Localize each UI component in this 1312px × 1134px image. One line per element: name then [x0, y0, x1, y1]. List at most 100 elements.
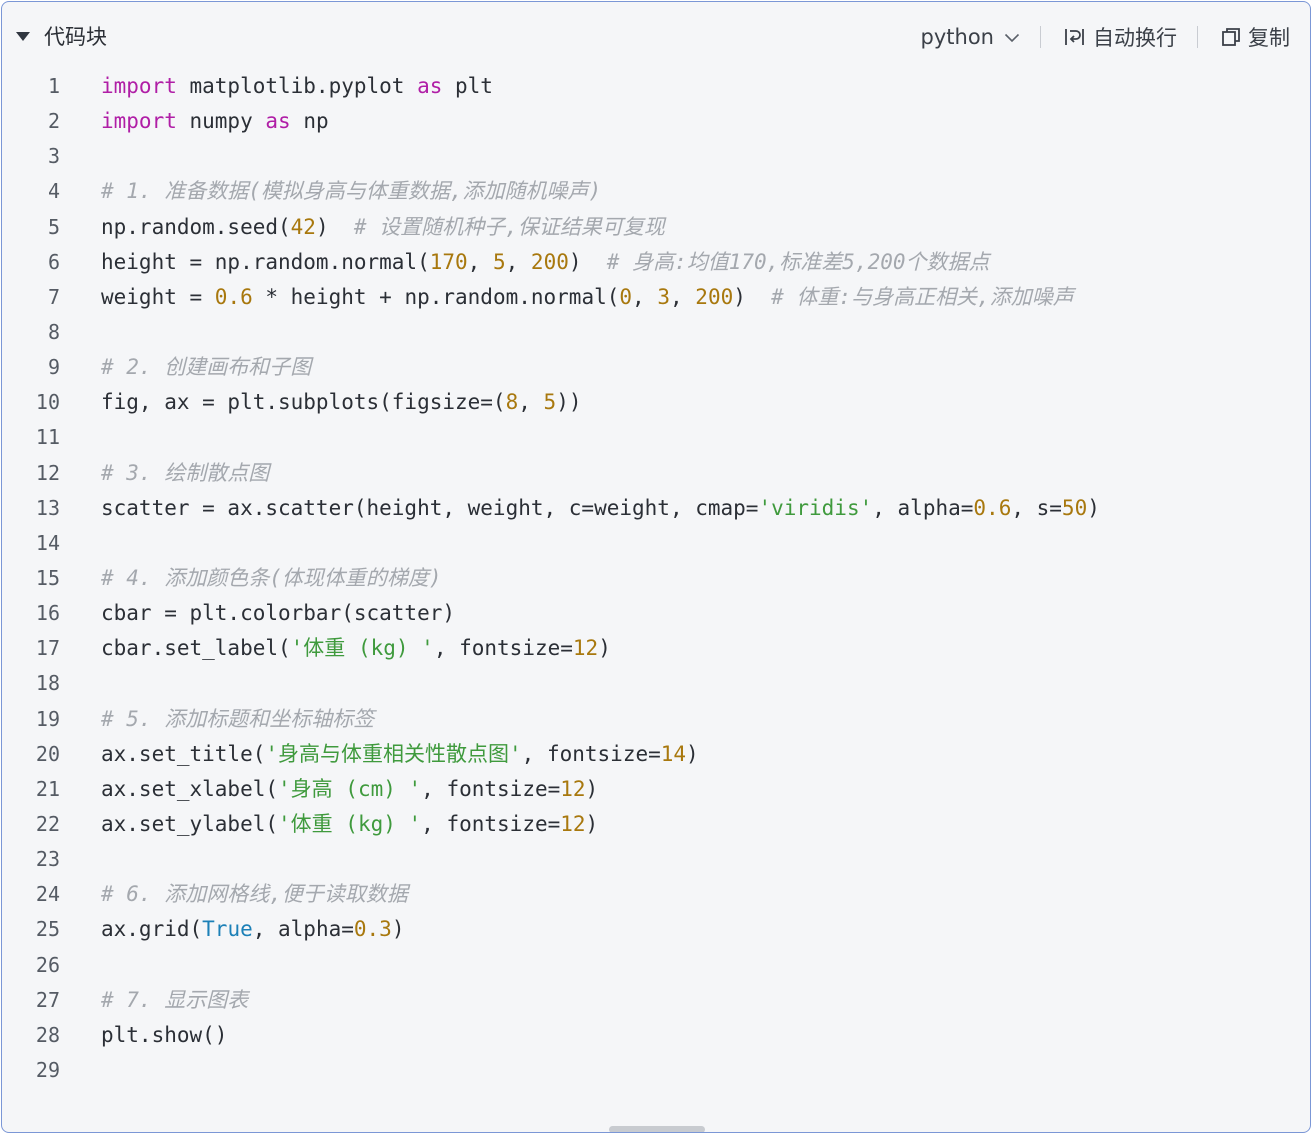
code-line: 19 # 5. 添加标题和坐标轴标签	[2, 702, 1310, 737]
code-line: 4 # 1. 准备数据(模拟身高与体重数据,添加随机噪声)	[2, 174, 1310, 209]
code-token: cbar.set_label(	[101, 636, 291, 661]
line-number: 23	[35, 847, 60, 872]
code-token: 0.3	[353, 917, 392, 942]
line-number: 18	[35, 671, 60, 696]
code-token: True	[202, 917, 253, 942]
code-token: 12	[560, 776, 586, 801]
code-text: plt.show()	[101, 1018, 227, 1053]
code-token: '身高与体重相关性散点图'	[265, 741, 522, 766]
code-line: 1 import matplotlib.pyplot as plt	[2, 69, 1310, 104]
code-token: )	[686, 741, 699, 766]
code-token: # 设置随机种子,保证结果可复现	[353, 214, 665, 239]
code-token: * height + np.random.normal(	[252, 284, 620, 309]
code-token: , s=	[1011, 495, 1062, 520]
code-token: )	[568, 249, 607, 274]
language-label: python	[920, 25, 994, 49]
code-line: 28 plt.show()	[2, 1018, 1310, 1053]
code-token: plt.show()	[101, 1022, 228, 1047]
language-select[interactable]: python	[921, 25, 1020, 49]
collapse-triangle-icon	[16, 32, 30, 41]
code-token: , fontsize=	[421, 811, 561, 836]
code-token: ax.set_title(	[101, 741, 266, 766]
code-line: 25 ax.grid(True, alpha=0.3)	[2, 912, 1310, 947]
code-token: ,	[505, 249, 531, 274]
code-token: 200	[695, 284, 734, 309]
code-token: 42	[290, 214, 316, 239]
code-line: 12 # 3. 绘制散点图	[2, 456, 1310, 491]
collapse-toggle[interactable]: 代码块	[16, 20, 107, 52]
line-number: 22	[35, 811, 60, 836]
code-token: # 4. 添加颜色条(体现体重的梯度)	[101, 565, 442, 590]
line-number: 11	[35, 425, 60, 450]
code-token: import	[101, 74, 177, 98]
code-token: , fontsize=	[421, 776, 561, 801]
code-token: fig, ax = plt.subplots(figsize=(	[101, 390, 506, 415]
code-block-header: 代码块 python 自动换行 复制	[2, 2, 1310, 68]
code-token: ax.grid(	[101, 917, 203, 942]
code-text: # 7. 显示图表	[101, 983, 248, 1018]
code-token: 0	[619, 284, 633, 309]
copy-button[interactable]: 复制	[1220, 22, 1290, 52]
code-token: matplotlib.pyplot	[176, 74, 418, 98]
code-line: 23	[2, 842, 1310, 877]
code-token: import	[101, 109, 177, 134]
code-token: # 5. 添加标题和坐标轴标签	[101, 706, 375, 731]
word-wrap-label: 自动换行	[1093, 26, 1177, 50]
code-line: 5 np.random.seed(42) # 设置随机种子,保证结果可复现	[2, 210, 1310, 245]
code-text: # 3. 绘制散点图	[101, 456, 269, 491]
code-token: # 7. 显示图表	[101, 987, 249, 1012]
code-line: 26	[2, 948, 1310, 983]
code-token: , alpha=	[252, 917, 354, 942]
code-line: 7 weight = 0.6 * height + np.random.norma…	[2, 280, 1310, 315]
code-block-panel: 代码块 python 自动换行 复制 1 import matplotlib.p…	[1, 1, 1311, 1133]
code-token: 50	[1061, 495, 1088, 520]
code-token: # 体重:与身高正相关,添加噪声	[771, 284, 1074, 309]
code-line: 22 ax.set_ylabel('体重 (kg) ', fontsize=12)	[2, 807, 1310, 842]
code-token: 5	[492, 249, 506, 274]
code-text: fig, ax = plt.subplots(figsize=(8, 5))	[101, 385, 581, 420]
code-line: 8	[2, 315, 1310, 350]
code-token: # 3. 绘制散点图	[101, 460, 270, 485]
code-token: )	[391, 917, 405, 942]
code-token: )	[585, 776, 599, 801]
code-token: )	[315, 214, 354, 239]
code-line: 14	[2, 526, 1310, 561]
code-text: weight = 0.6 * height + np.random.normal…	[101, 280, 1074, 315]
code-token: 200	[530, 249, 569, 274]
code-token: plt	[442, 74, 493, 98]
code-token: # 6. 添加网格线,便于读取数据	[101, 882, 408, 907]
code-line: 18	[2, 666, 1310, 701]
line-number: 26	[35, 952, 60, 977]
line-number: 20	[35, 741, 60, 766]
code-text: ax.grid(True, alpha=0.3)	[101, 912, 404, 947]
code-token: 0.6	[973, 495, 1012, 520]
line-number: 4	[47, 179, 60, 204]
code-token: ,	[467, 249, 493, 274]
code-token: ,	[670, 284, 696, 309]
code-token: )	[585, 811, 599, 836]
code-line: 17 cbar.set_label('体重 (kg) ', fontsize=12…	[2, 631, 1310, 666]
code-token: # 1. 准备数据(模拟身高与体重数据,添加随机噪声)	[101, 179, 602, 204]
code-line: 13 scatter = ax.scatter(height, weight, c…	[2, 491, 1310, 526]
code-text: np.random.seed(42) # 设置随机种子,保证结果可复现	[101, 210, 665, 245]
code-token: scatter = ax.scatter(height, weight, c=w…	[101, 495, 759, 520]
code-text: cbar.set_label('体重 (kg) ', fontsize=12)	[101, 631, 611, 666]
code-token: as	[417, 74, 443, 98]
line-number: 12	[35, 460, 60, 485]
code-line: 11	[2, 420, 1310, 455]
code-token: , fontsize=	[433, 636, 573, 661]
line-number: 19	[35, 706, 60, 731]
copy-icon	[1222, 28, 1240, 46]
code-line: 2 import numpy as np	[2, 104, 1310, 139]
horizontal-scrollbar-thumb[interactable]	[609, 1126, 705, 1132]
code-line: 15 # 4. 添加颜色条(体现体重的梯度)	[2, 561, 1310, 596]
code-area[interactable]: 1 import matplotlib.pyplot as plt 2 import …	[2, 69, 1310, 1088]
line-number: 29	[35, 1057, 60, 1082]
code-toolbar: python 自动换行 复制	[921, 20, 1290, 54]
code-text: # 4. 添加颜色条(体现体重的梯度)	[101, 561, 442, 596]
word-wrap-button[interactable]: 自动换行	[1063, 22, 1177, 52]
code-token: , alpha=	[872, 495, 974, 520]
code-token: 12	[560, 811, 586, 836]
code-token: '体重 (kg) '	[290, 636, 434, 661]
code-token: as	[265, 109, 291, 134]
